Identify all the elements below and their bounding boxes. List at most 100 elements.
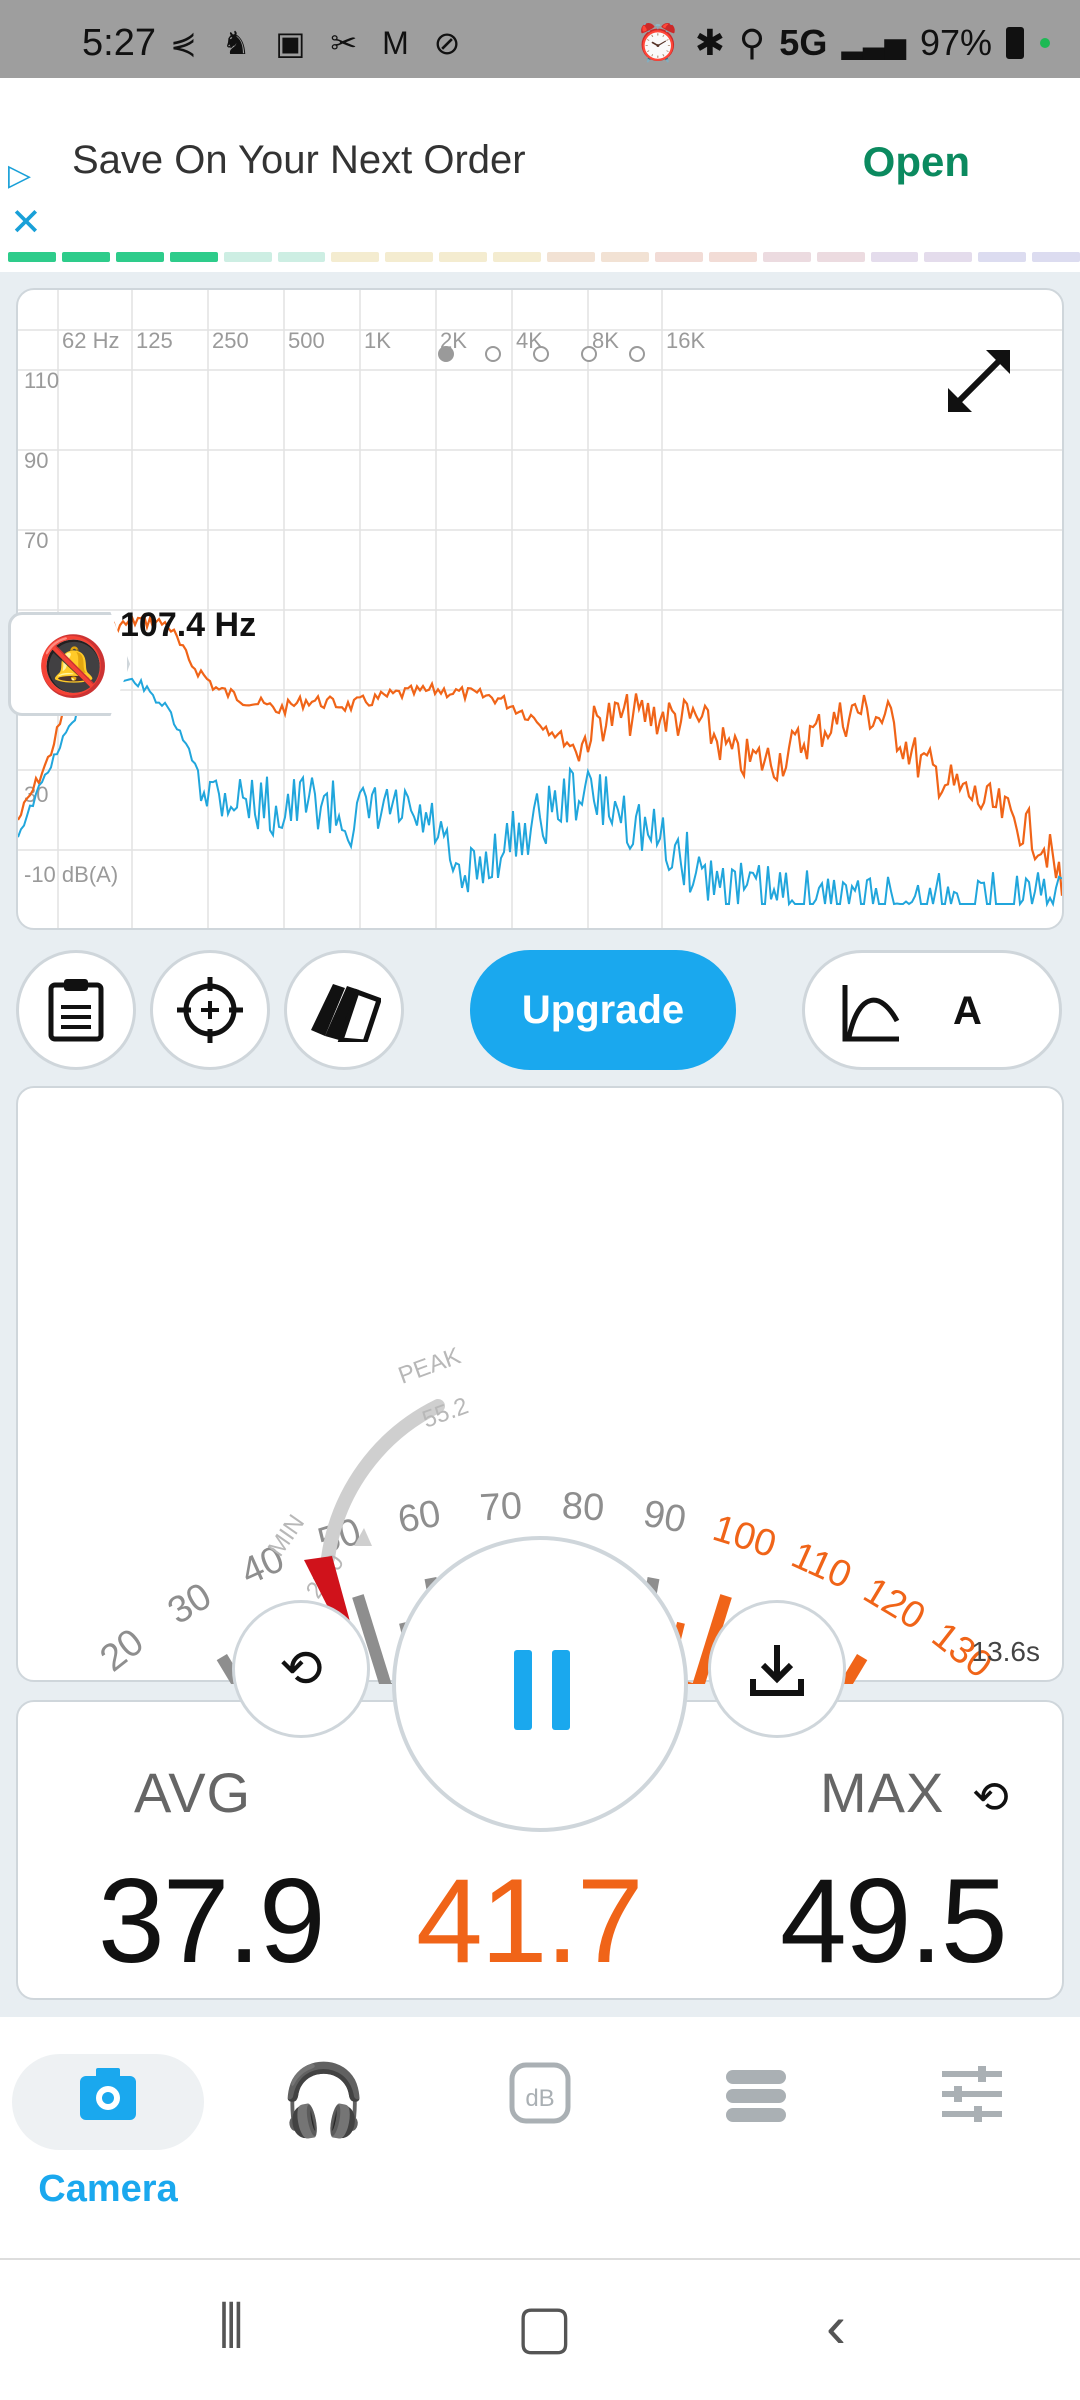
upgrade-button[interactable]: Upgrade [470,950,736,1070]
signal-icon: ▂▃▅ [841,27,906,59]
bluetooth-icon: ✱ [694,22,725,63]
cards-button[interactable] [284,950,404,1070]
system-navigation: ⦀ ▢ ‹ [0,2258,1080,2400]
level-segment [8,252,56,262]
octave-dot [629,346,645,362]
level-segment [115,252,164,262]
peak-value: 55.2 [419,1392,472,1433]
duration-label: 13.6s [971,1636,1041,1667]
level-segment [708,252,757,262]
freq-tick-label: 1K [364,328,391,353]
weighting-toggle[interactable]: A [802,950,1062,1070]
freq-tick-label: 16K [666,328,705,353]
level-segment [385,252,434,262]
gauge-tick-label: 110 [785,1534,857,1597]
frequency-marker-label: 107.4 Hz [120,606,257,644]
notification-icons: ⋞ ♞ ▣ ✂ M ⊘ [170,25,469,61]
nav-db-meter[interactable]: dB [440,2060,640,2140]
level-segment [1032,252,1080,262]
db-tick-label: 90 [24,448,48,473]
gauge-tick-label: 80 [561,1485,606,1529]
level-segment [439,252,488,262]
pause-icon-bar [552,1650,570,1730]
gauge-tick-label: 60 [395,1493,444,1542]
max-value: 49.5 [780,1854,1008,1988]
status-time: 5:27 [82,22,156,64]
ad-banner[interactable]: ▷ ✕ Save On Your Next Order Open [0,78,1080,248]
alarm-icon: ⏰ [635,22,681,63]
reset-button[interactable]: ⟲ [232,1600,370,1738]
bottom-navigation: Camera 🎧 dB [0,2018,1080,2258]
nav-history[interactable] [656,2060,856,2140]
bell-off-icon: 🔕 [37,634,110,699]
calibrate-button[interactable] [150,950,270,1070]
pause-icon [514,1650,532,1730]
clipboard-icon [48,979,104,1042]
recents-icon[interactable]: ⦀ [218,2292,244,2362]
level-segment [762,252,811,262]
ad-open-button[interactable]: Open [863,138,970,186]
level-segment [277,252,326,262]
nav-settings[interactable] [872,2060,1072,2140]
freq-tick-label: 125 [136,328,173,353]
avg-value: 37.9 [98,1854,326,1988]
freq-tick-label: 8K [592,328,619,353]
gauge-tick-label: 120 [856,1570,932,1639]
network-label: 5G [779,22,828,63]
svg-text:dB: dB [525,2085,554,2112]
gauge-tick-label: 90 [640,1493,689,1542]
weighting-label: A [953,989,982,1033]
level-segment [547,252,595,262]
clipboard-button[interactable] [16,950,136,1070]
min-peak-arc: MIN 27.0 PEAK 55.2 [263,1342,472,1603]
reset-max-icon[interactable]: ⟲ [972,1772,1009,1823]
status-icons-right: ⏰ ✱ ⚲ 5G ▂▃▅ 97% [636,22,1050,64]
db-tick-label: 110 [24,368,59,393]
back-icon[interactable]: ‹ [826,2292,846,2361]
pause-button[interactable] [392,1536,688,1832]
nav-camera-label[interactable]: Camera [0,2168,216,2211]
avg-label: AVG [134,1761,252,1824]
expand-icon [948,350,1010,412]
headphones-icon: 🎧 [280,2061,368,2139]
level-segment [978,252,1027,262]
level-segment [169,252,218,262]
gauge-tick-label: 30 [161,1575,219,1633]
level-segment [816,252,865,262]
level-segment [331,252,380,262]
alert-toggle-button[interactable]: 🔕 [8,612,130,716]
level-segment [654,252,703,262]
privacy-dot-icon [1040,38,1050,48]
db-tick-label: -10 dB(A) [24,862,118,887]
ad-choices-icon[interactable]: ▷ [8,158,31,193]
download-button[interactable] [708,1600,846,1738]
status-bar: 5:27 ⋞ ♞ ▣ ✂ M ⊘ ⏰ ✱ ⚲ 5G ▂▃▅ 97% [0,0,1080,78]
reset-icon: ⟲ [279,1640,323,1698]
battery-label: 97% [919,22,992,63]
download-icon [750,1645,804,1696]
peak-label: PEAK [395,1342,464,1389]
octave-dot [581,346,597,362]
level-segment [600,252,649,262]
list-icon [726,2070,786,2122]
nav-camera[interactable] [8,2060,208,2140]
ad-close-icon[interactable]: ✕ [10,200,42,245]
db-tick-label: 70 [24,528,48,553]
current-value: 41.7 [416,1854,644,1988]
crosshair-icon [177,977,243,1043]
camera-icon [80,2068,136,2120]
ad-title: Save On Your Next Order [72,138,526,182]
max-label: MAX [820,1761,945,1824]
home-icon[interactable]: ▢ [516,2292,573,2362]
cards-icon [311,984,381,1042]
battery-icon [1006,27,1024,59]
sliders-icon [942,2066,1002,2122]
peak-spectrum-line [18,612,1062,896]
octave-dot [438,346,454,362]
freq-tick-label: 250 [212,328,249,353]
octave-dot [485,346,501,362]
nav-headphones[interactable]: 🎧 [224,2060,424,2142]
live-spectrum-line [18,677,1062,908]
level-segment [493,252,542,262]
octave-dot [533,346,549,362]
